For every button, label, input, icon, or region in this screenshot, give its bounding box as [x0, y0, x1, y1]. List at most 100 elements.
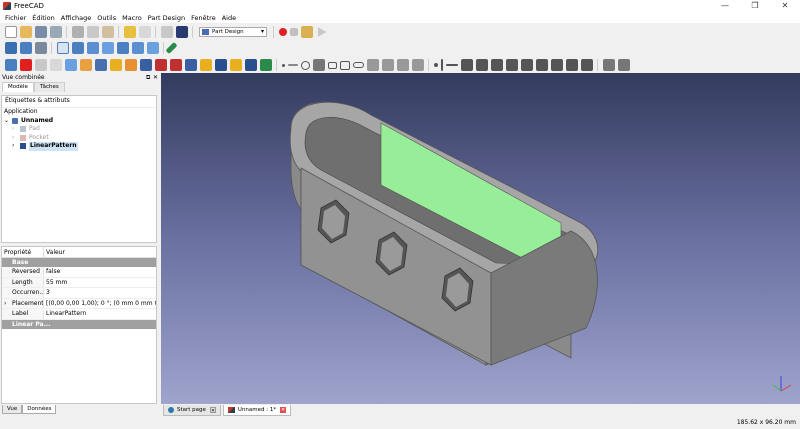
left-view-icon[interactable]: [146, 42, 159, 54]
measure-icon[interactable]: [164, 41, 178, 55]
polar-pattern-icon[interactable]: [244, 59, 257, 71]
tab-taches[interactable]: Tâches: [33, 82, 65, 92]
record-macro-icon[interactable]: [278, 28, 287, 36]
maximize-button[interactable]: ❐: [740, 0, 770, 12]
tab-donnees[interactable]: Données: [22, 405, 57, 414]
rear-view-icon[interactable]: [116, 42, 129, 54]
right-view-icon[interactable]: [101, 42, 114, 54]
external-geometry-icon[interactable]: [411, 59, 424, 71]
pad-icon[interactable]: [94, 59, 107, 71]
constraint-coincident-icon[interactable]: [433, 63, 438, 67]
expand-arrow-icon[interactable]: ›: [12, 125, 20, 134]
menu-macro[interactable]: Macro: [119, 14, 145, 22]
constraint-angle-icon[interactable]: [565, 59, 578, 71]
menu-fenetre[interactable]: Fenêtre: [188, 14, 219, 22]
constraint-lock-icon[interactable]: [520, 59, 533, 71]
validate-sketch-icon[interactable]: [34, 59, 47, 71]
3d-viewport[interactable]: [161, 73, 800, 404]
fullscreen-icon[interactable]: [617, 59, 630, 71]
property-group-base[interactable]: Base: [2, 258, 156, 267]
tree-item-pocket[interactable]: › Pocket: [2, 134, 156, 143]
circle-icon[interactable]: [300, 60, 310, 70]
fit-selection-icon[interactable]: [19, 42, 32, 54]
draw-style-icon[interactable]: [34, 42, 47, 54]
menu-aide[interactable]: Aide: [219, 14, 239, 22]
polygon-icon[interactable]: [339, 60, 350, 70]
constraint-symmetric-icon[interactable]: [505, 59, 518, 71]
fit-all-icon[interactable]: [4, 42, 17, 54]
property-group-linear-pattern[interactable]: Linear Pa...: [2, 319, 156, 329]
constraint-perpendicular-icon[interactable]: [475, 59, 488, 71]
property-value[interactable]: false: [44, 267, 156, 277]
slot-icon[interactable]: [352, 62, 364, 68]
constraint-horizontal-icon[interactable]: [445, 64, 458, 66]
new-file-icon[interactable]: [4, 26, 17, 38]
arc-icon[interactable]: [312, 59, 325, 71]
mirrored-icon[interactable]: [229, 59, 242, 71]
stop-macro-icon[interactable]: [289, 28, 298, 36]
minimize-button[interactable]: —: [710, 0, 740, 12]
constraint-distance-icon[interactable]: [535, 59, 548, 71]
property-value[interactable]: LinearPattern: [44, 309, 156, 319]
tab-start-page[interactable]: Start page ✕: [163, 404, 221, 416]
property-value[interactable]: [(0,00 0,00 1,00); 0 °; (0 mm 0 mm 0 ...: [44, 299, 156, 309]
whats-this-icon[interactable]: [175, 26, 188, 38]
constraint-snell-icon[interactable]: [580, 59, 593, 71]
copy-icon[interactable]: [86, 26, 99, 38]
close-tab-icon[interactable]: ✕: [209, 406, 216, 414]
execute-macro-icon[interactable]: [317, 27, 327, 37]
constraint-radius-icon[interactable]: [550, 59, 563, 71]
expand-arrow-icon[interactable]: ›: [12, 142, 20, 151]
menu-edition[interactable]: Édition: [29, 14, 58, 22]
additive-pipe-icon[interactable]: [139, 59, 152, 71]
datum-icon[interactable]: [64, 59, 77, 71]
property-row[interactable]: Length 55 mm: [2, 277, 156, 288]
constraint-parallel-icon[interactable]: [460, 59, 473, 71]
workbench-selector[interactable]: Part Design: [199, 27, 267, 37]
cut-icon[interactable]: [71, 26, 84, 38]
revolution-icon[interactable]: [109, 59, 122, 71]
refresh-icon[interactable]: [160, 26, 173, 38]
subtractive-loft-icon[interactable]: [199, 59, 212, 71]
property-value[interactable]: 55 mm: [44, 278, 156, 288]
paste-icon[interactable]: [101, 26, 114, 38]
tab-modele[interactable]: Modèle: [2, 82, 34, 92]
property-row[interactable]: › Placement [(0,00 0,00 1,00); 0 °; (0 mm…: [2, 298, 156, 309]
pocket-icon[interactable]: [154, 59, 167, 71]
subtractive-pipe-icon[interactable]: [214, 59, 227, 71]
toggle-construction-icon[interactable]: [602, 59, 615, 71]
property-row[interactable]: Occurren... 3: [2, 288, 156, 299]
property-row[interactable]: Reversed false: [2, 267, 156, 278]
bottom-view-icon[interactable]: [131, 42, 144, 54]
property-value[interactable]: 3: [44, 288, 156, 298]
fillet-icon[interactable]: [366, 59, 379, 71]
menu-fichier[interactable]: Fichier: [2, 14, 29, 22]
hole-icon[interactable]: [169, 59, 182, 71]
front-view-icon[interactable]: [71, 42, 84, 54]
extend-icon[interactable]: [396, 59, 409, 71]
check-geometry-icon[interactable]: [49, 59, 62, 71]
undo-icon[interactable]: [123, 26, 136, 38]
menu-part-design[interactable]: Part Design: [145, 14, 188, 22]
tab-unnamed[interactable]: Unnamed : 1* ✕: [222, 404, 292, 416]
create-body-icon[interactable]: [4, 59, 17, 71]
constraint-vertical-icon[interactable]: [440, 59, 443, 71]
rectangle-icon[interactable]: [327, 61, 337, 69]
constraint-tangent-icon[interactable]: [490, 59, 503, 71]
menu-outils[interactable]: Outils: [94, 14, 119, 22]
property-row[interactable]: Label LinearPattern: [2, 309, 156, 320]
menu-affichage[interactable]: Affichage: [58, 14, 95, 22]
save-icon[interactable]: [34, 26, 47, 38]
close-button[interactable]: ✕: [770, 0, 800, 12]
sub-shape-binder-icon[interactable]: [79, 59, 92, 71]
close-tab-icon[interactable]: ✕: [280, 406, 287, 413]
open-file-icon[interactable]: [19, 26, 32, 38]
groove-icon[interactable]: [184, 59, 197, 71]
expand-arrow-icon[interactable]: ›: [12, 134, 20, 143]
close-panel-icon[interactable]: ✕: [153, 73, 158, 82]
create-sketch-icon[interactable]: [19, 59, 32, 71]
point-icon[interactable]: [281, 63, 285, 67]
additive-loft-icon[interactable]: [124, 59, 137, 71]
tree-item-unnamed[interactable]: ⌄ Unnamed: [2, 117, 156, 126]
tree-item-linearpattern[interactable]: › LinearPattern: [2, 142, 156, 151]
